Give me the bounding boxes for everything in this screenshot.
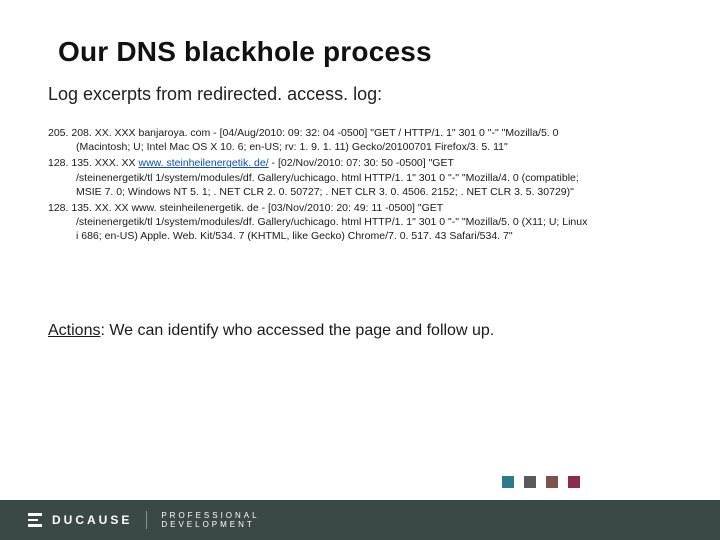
accent-square-icon [524, 476, 536, 488]
log-text: /steinenergetik/tl 1/system/modules/df. … [48, 216, 587, 228]
brand-text: DUCAUSE [52, 513, 132, 527]
log-entry: 205. 208. XX. XXX banjaroya. com - [04/A… [48, 126, 672, 154]
subbrand-line: PROFESSIONAL [161, 511, 259, 520]
accent-squares [502, 476, 580, 488]
divider [146, 511, 147, 529]
log-text: - [02/Nov/2010: 07: 30: 50 -0500] "GET [269, 157, 454, 169]
subbrand-line: DEVELOPMENT [161, 520, 259, 529]
log-excerpts: 205. 208. XX. XXX banjaroya. com - [04/A… [48, 126, 672, 245]
slide: Our DNS blackhole process Log excerpts f… [0, 0, 720, 540]
actions-label: Actions [48, 322, 100, 339]
slide-title: Our DNS blackhole process [58, 36, 432, 68]
actions-line: Actions: We can identify who accessed th… [48, 322, 494, 340]
log-link[interactable]: www. steinheilenergetik. de/ [138, 157, 268, 169]
accent-square-icon [502, 476, 514, 488]
actions-text: : We can identify who accessed the page … [100, 322, 494, 339]
log-entry: 128. 135. XX. XX www. steinheilenergetik… [48, 201, 672, 244]
footer-bar: DUCAUSE PROFESSIONAL DEVELOPMENT [0, 500, 720, 540]
log-text: MSIE 7. 0; Windows NT 5. 1; . NET CLR 2.… [48, 186, 574, 198]
log-text: i 686; en-US) Apple. Web. Kit/534. 7 (KH… [48, 230, 513, 242]
log-text: (Macintosh; U; Intel Mac OS X 10. 6; en-… [48, 141, 508, 153]
log-text: 205. 208. XX. XXX banjaroya. com - [04/A… [48, 127, 558, 139]
educause-e-icon [28, 513, 42, 527]
slide-subtitle: Log excerpts from redirected. access. lo… [48, 84, 382, 105]
accent-square-icon [546, 476, 558, 488]
log-text: 128. 135. XXX. XX [48, 157, 138, 169]
log-entry: 128. 135. XXX. XX www. steinheilenergeti… [48, 156, 672, 199]
log-text: /steinenergetik/tl 1/system/modules/df. … [48, 172, 579, 184]
accent-square-icon [568, 476, 580, 488]
subbrand: PROFESSIONAL DEVELOPMENT [161, 511, 259, 529]
log-text: 128. 135. XX. XX www. steinheilenergetik… [48, 202, 443, 214]
educause-logo: DUCAUSE [28, 513, 132, 527]
